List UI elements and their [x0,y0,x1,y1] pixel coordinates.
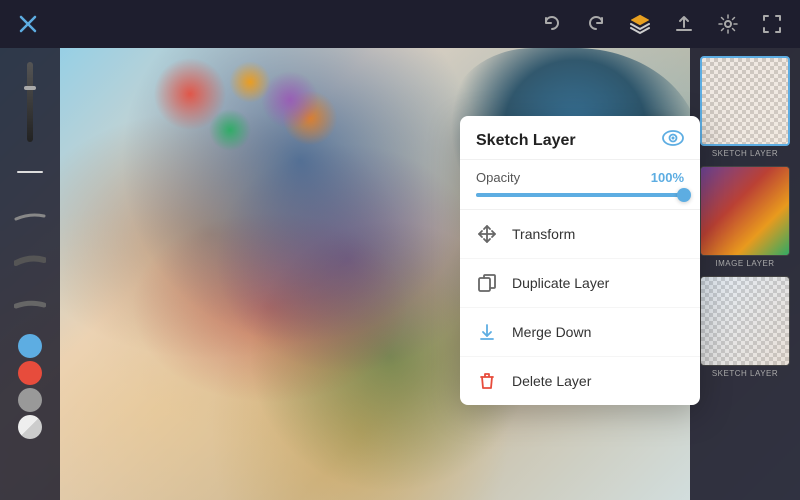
tool-flat-brush[interactable] [10,286,50,322]
redo-button[interactable] [584,12,608,36]
opacity-slider[interactable] [476,193,684,197]
transform-icon [476,223,498,245]
layer-label-image: IMAGE LAYER [715,259,774,268]
layer-item-sketch-2[interactable]: SKETCH LAYER [700,276,790,378]
layer-label-sketch-1: SKETCH LAYER [712,149,778,158]
opacity-label: Opacity [476,170,520,185]
toolbar-left [16,12,40,36]
left-panel [0,48,60,500]
color-checker[interactable] [18,415,42,439]
layer-thumb-sketch-1[interactable] [700,56,790,146]
layers-button[interactable] [628,12,652,36]
duplicate-label: Duplicate Layer [512,275,609,291]
right-panel: SKETCH LAYER IMAGE LAYER SKETCH LAYER [690,48,800,500]
opacity-section: Opacity 100% [460,160,700,210]
menu-item-transform[interactable]: Transform [460,210,700,259]
canvas-area: SKETCH LAYER IMAGE LAYER SKETCH LAYER + … [0,48,800,500]
size-slider[interactable] [27,62,33,142]
upload-button[interactable] [672,12,696,36]
menu-title: Sketch Layer [476,132,576,150]
menu-item-duplicate[interactable]: Duplicate Layer [460,259,700,308]
layer-thumb-image[interactable] [700,166,790,256]
tool-thick-brush[interactable] [10,242,50,278]
delete-label: Delete Layer [512,373,591,389]
undo-button[interactable] [540,12,564,36]
toolbar-right [540,12,784,36]
duplicate-icon [476,272,498,294]
top-toolbar [0,0,800,48]
color-gray[interactable] [18,388,42,412]
opacity-value: 100% [651,170,684,185]
fullscreen-button[interactable] [760,12,784,36]
layer-label-sketch-2: SKETCH LAYER [712,369,778,378]
tool-medium-brush[interactable] [10,198,50,234]
visibility-toggle[interactable] [662,130,684,151]
settings-button[interactable] [716,12,740,36]
transform-label: Transform [512,226,575,242]
merge-icon [476,321,498,343]
close-button[interactable] [16,12,40,36]
menu-header: Sketch Layer [460,116,700,160]
color-red[interactable] [18,361,42,385]
color-blue[interactable] [18,334,42,358]
menu-item-merge[interactable]: Merge Down [460,308,700,357]
tool-thin-line[interactable] [10,154,50,190]
layer-item-sketch-1[interactable]: SKETCH LAYER [700,56,790,158]
color-swatches [18,334,42,439]
delete-icon [476,370,498,392]
layer-item-image[interactable]: IMAGE LAYER [700,166,790,268]
context-menu: Sketch Layer Opacity 100% [460,116,700,405]
menu-item-delete[interactable]: Delete Layer [460,357,700,405]
merge-label: Merge Down [512,324,591,340]
layer-thumb-sketch-2[interactable] [700,276,790,366]
